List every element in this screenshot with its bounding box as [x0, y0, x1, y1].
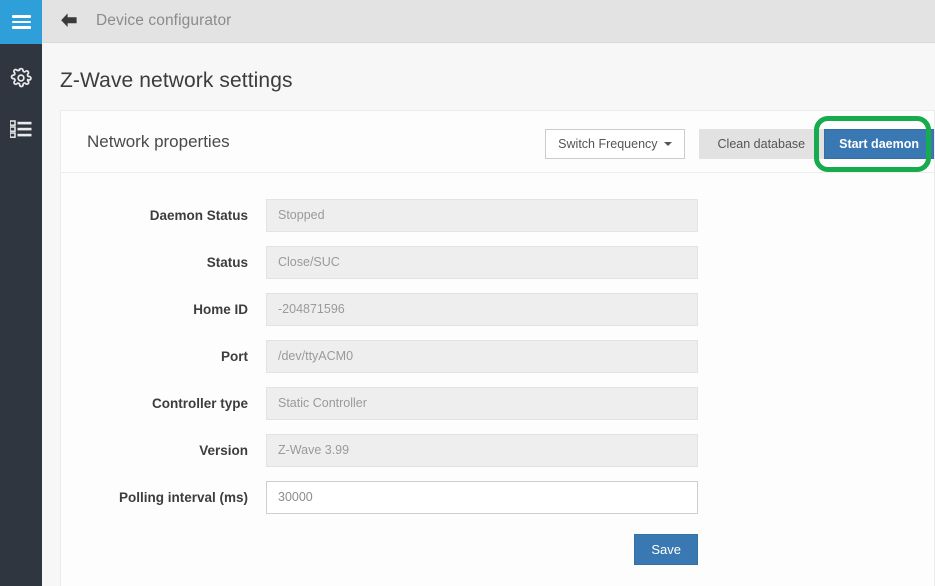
- field-label-daemon-status: Daemon Status: [149, 208, 248, 223]
- field-value-status[interactable]: Close/SUC: [266, 246, 698, 279]
- form-row: Home ID -204871596: [61, 293, 934, 326]
- card-header-actions: Switch Frequency Clean database Start da…: [545, 129, 934, 159]
- field-value-home-id[interactable]: -204871596: [266, 293, 698, 326]
- save-holder: Save: [266, 534, 698, 565]
- field-label-home-id: Home ID: [193, 302, 248, 317]
- form-row: Port /dev/ttyACM0: [61, 340, 934, 373]
- form-row: Daemon Status Stopped: [61, 199, 934, 232]
- list-icon: [10, 120, 32, 138]
- save-row: Save: [61, 534, 934, 565]
- back-arrow-icon[interactable]: [58, 10, 80, 32]
- app-root: Device configurator Z-Wave network setti…: [0, 0, 935, 586]
- gear-icon: [10, 67, 32, 89]
- form-row: Controller type Static Controller: [61, 387, 934, 420]
- network-properties-form: Daemon Status Stopped Status Close/SUC H…: [61, 173, 934, 565]
- sidebar-item-menu-toggle[interactable]: [0, 0, 42, 44]
- save-spacer: [61, 534, 266, 565]
- field-label-controller-type: Controller type: [151, 396, 248, 411]
- form-row: Polling interval (ms) 30000: [61, 481, 934, 514]
- hamburger-icon: [11, 15, 31, 29]
- field-value-daemon-status[interactable]: Stopped: [266, 199, 698, 232]
- save-button[interactable]: Save: [634, 534, 698, 565]
- sidebar: [0, 0, 42, 586]
- card-header: Network properties Switch Frequency Clea…: [61, 111, 934, 173]
- card-title: Network properties: [87, 131, 230, 151]
- form-row: Status Close/SUC: [61, 246, 934, 279]
- page-title: Z-Wave network settings: [60, 69, 293, 92]
- chevron-down-icon: [663, 141, 672, 146]
- field-value-controller-type[interactable]: Static Controller: [266, 387, 698, 420]
- form-row: Version Z-Wave 3.99: [61, 434, 934, 467]
- field-label-version: Version: [199, 443, 248, 458]
- clean-database-button[interactable]: Clean database: [698, 129, 825, 159]
- switch-frequency-button[interactable]: Switch Frequency: [545, 129, 685, 159]
- sidebar-item-settings[interactable]: [0, 53, 42, 103]
- field-label-status: Status: [206, 255, 248, 270]
- network-properties-card: Network properties Switch Frequency Clea…: [60, 110, 935, 586]
- topbar: Device configurator: [42, 0, 935, 43]
- start-daemon-button[interactable]: Start daemon: [824, 129, 934, 159]
- page-content: Z-Wave network settings Network properti…: [42, 43, 935, 586]
- sidebar-item-list[interactable]: [0, 106, 42, 152]
- polling-interval-input[interactable]: 30000: [266, 481, 698, 514]
- topbar-title: Device configurator: [96, 12, 232, 29]
- field-label-polling-interval: Polling interval (ms): [118, 490, 248, 505]
- field-value-version[interactable]: Z-Wave 3.99: [266, 434, 698, 467]
- field-label-port: Port: [221, 349, 248, 364]
- field-value-port[interactable]: /dev/ttyACM0: [266, 340, 698, 373]
- switch-frequency-label: Switch Frequency: [558, 137, 658, 151]
